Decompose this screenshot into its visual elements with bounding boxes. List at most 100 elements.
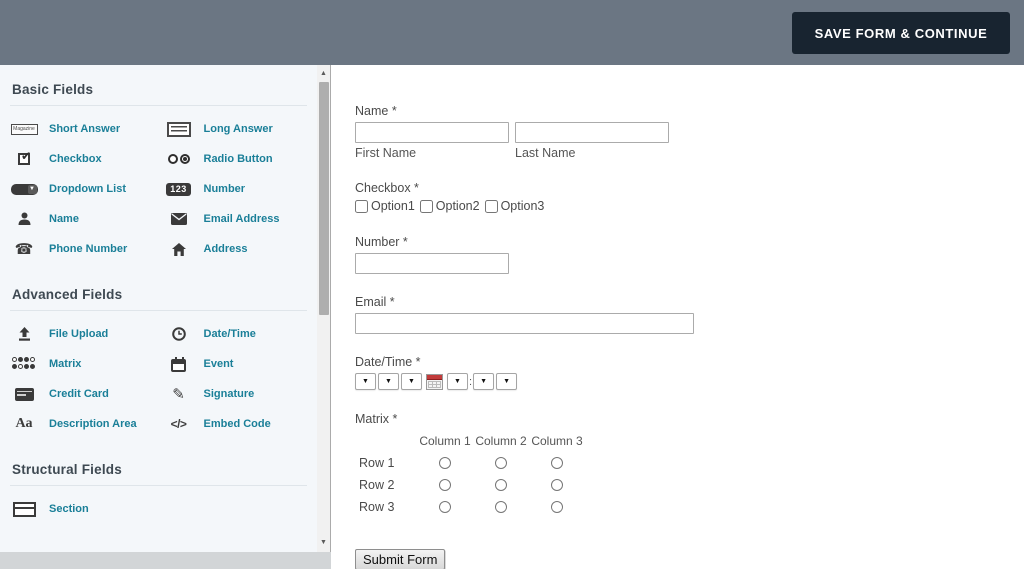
sidebar-item-email-address[interactable]: Email Address	[161, 204, 316, 234]
form-preview-pane: Name * First Name Last Name Checkbox * O…	[331, 65, 1024, 569]
matrix-row-label: Row 1	[359, 456, 395, 470]
sidebar-item-label: Number	[203, 183, 246, 195]
sidebar-item-label: Name	[49, 213, 79, 225]
sidebar-item-label: Short Answer	[49, 123, 121, 135]
matrix-radio-r3c1[interactable]	[439, 501, 451, 513]
submit-form-button[interactable]: Submit Form	[355, 549, 446, 569]
sidebar-item-credit-card[interactable]: Credit Card	[6, 379, 161, 409]
checkbox-icon	[6, 149, 42, 165]
sidebar-item-signature[interactable]: ✎ Signature	[161, 379, 316, 409]
matrix-grid-icon	[6, 357, 42, 371]
calendar-icon	[161, 356, 197, 372]
sidebar-item-matrix[interactable]: Matrix	[6, 349, 161, 379]
sidebar-item-name[interactable]: Name	[6, 204, 161, 234]
sidebar-item-checkbox[interactable]: Checkbox	[6, 144, 161, 174]
sidebar-item-phone-number[interactable]: ☎ Phone Number	[6, 234, 161, 264]
matrix-radio-r3c2[interactable]	[495, 501, 507, 513]
sidebar-item-label: Credit Card	[49, 388, 109, 400]
name-field-label: Name *	[355, 104, 397, 118]
matrix-column-header: Column 1	[419, 434, 471, 448]
matrix-radio-r3c3[interactable]	[551, 501, 563, 513]
dropdown-list-icon: ▼	[6, 183, 42, 195]
pen-icon: ✎	[172, 385, 185, 403]
sidebar-item-embed-code[interactable]: </> Embed Code	[161, 409, 316, 439]
email-field: Email *	[355, 295, 1024, 334]
option3-checkbox[interactable]	[484, 199, 498, 213]
email-input[interactable]	[355, 313, 694, 334]
clock-icon	[161, 327, 197, 341]
left-column: Basic Fields Magazine Short Answer Long …	[0, 65, 331, 552]
hour-select[interactable]: ▼	[447, 373, 468, 390]
scrollbar-up-arrow[interactable]: ▲	[317, 67, 330, 81]
sidebar-item-label: Phone Number	[49, 243, 128, 255]
sidebar-item-date-time[interactable]: Date/Time	[161, 319, 316, 349]
basic-fields-grid: Magazine Short Answer Long Answer Checkb…	[0, 106, 317, 270]
sidebar-item-short-answer[interactable]: Magazine Short Answer	[6, 114, 161, 144]
sidebar-item-label: Date/Time	[203, 328, 256, 340]
matrix-row-label: Row 3	[359, 500, 395, 514]
sidebar-item-description-area[interactable]: Aa Description Area	[6, 409, 161, 439]
sidebar-item-label: File Upload	[49, 328, 109, 340]
datetime-field-label: Date/Time *	[355, 355, 421, 369]
matrix-radio-r2c1[interactable]	[439, 479, 451, 491]
sidebar-item-long-answer[interactable]: Long Answer	[161, 114, 316, 144]
scrollbar-down-arrow[interactable]: ▼	[317, 536, 330, 550]
sidebar-item-event[interactable]: Event	[161, 349, 316, 379]
sidebar-item-label: Embed Code	[203, 418, 271, 430]
option2-checkbox[interactable]	[419, 199, 433, 213]
envelope-icon	[161, 213, 197, 225]
matrix-radio-r2c2[interactable]	[495, 479, 507, 491]
matrix-row-label: Row 2	[359, 478, 395, 492]
sidebar-item-address[interactable]: Address	[161, 234, 316, 264]
sidebar-item-label: Dropdown List	[49, 183, 126, 195]
matrix-radio-r1c1[interactable]	[439, 457, 451, 469]
ampm-select[interactable]: ▼	[496, 373, 518, 390]
sidebar-item-label: Signature	[203, 388, 255, 400]
section-icon	[6, 501, 42, 517]
first-name-sublabel: First Name	[355, 146, 417, 160]
last-name-sublabel: Last Name	[515, 146, 576, 160]
short-answer-icon-text: Magazine	[13, 126, 35, 132]
sidebar-item-section[interactable]: Section	[6, 494, 161, 524]
sidebar-item-label: Checkbox	[49, 153, 102, 165]
date-picker-calendar-icon[interactable]	[426, 373, 443, 390]
first-name-input[interactable]	[355, 122, 509, 143]
minute-select[interactable]: ▼	[473, 373, 495, 390]
month-select[interactable]: ▼	[355, 373, 376, 390]
sidebar-item-dropdown-list[interactable]: ▼ Dropdown List	[6, 174, 161, 204]
number-input[interactable]	[355, 253, 509, 274]
scrollbar-thumb[interactable]	[318, 82, 329, 315]
matrix-corner-cell	[355, 430, 417, 452]
day-select[interactable]: ▼	[378, 373, 399, 390]
matrix-radio-r1c3[interactable]	[551, 457, 563, 469]
upload-icon	[6, 327, 42, 341]
sidebar-item-label: Long Answer	[203, 123, 273, 135]
radio-button-icon	[161, 154, 197, 164]
field-palette-sidebar: Basic Fields Magazine Short Answer Long …	[0, 65, 317, 552]
content-area: Basic Fields Magazine Short Answer Long …	[0, 65, 1024, 569]
email-field-label: Email *	[355, 295, 395, 309]
time-separator: :	[469, 375, 473, 388]
sidebar-item-file-upload[interactable]: File Upload	[6, 319, 161, 349]
app-header: SAVE FORM & CONTINUE	[0, 0, 1024, 65]
house-icon	[161, 242, 197, 256]
matrix-radio-r1c2[interactable]	[495, 457, 507, 469]
phone-icon: ☎	[14, 240, 34, 258]
sidebar-item-number[interactable]: 123 Number	[161, 174, 316, 204]
matrix-field-label: Matrix *	[355, 412, 398, 426]
sidebar-scrollbar[interactable]: ▲ ▼	[317, 65, 331, 552]
datetime-field: Date/Time * ▼ ▼ ▼ ▼ : ▼ ▼	[355, 355, 1024, 390]
last-name-input[interactable]	[515, 122, 669, 143]
save-form-button[interactable]: SAVE FORM & CONTINUE	[792, 12, 1010, 54]
section-title-structural-fields: Structural Fields	[12, 462, 122, 477]
name-field: Name * First Name Last Name	[355, 104, 1024, 160]
matrix-radio-r2c3[interactable]	[551, 479, 563, 491]
sidebar-item-label: Matrix	[49, 358, 82, 370]
sidebar-item-radio-button[interactable]: Radio Button	[161, 144, 316, 174]
long-answer-icon	[161, 121, 197, 137]
year-select[interactable]: ▼	[401, 373, 422, 390]
option3-label: Option3	[500, 199, 545, 213]
sidebar-item-label: Description Area	[49, 418, 137, 430]
option1-checkbox[interactable]	[355, 199, 368, 213]
description-icon: Aa	[15, 416, 33, 431]
